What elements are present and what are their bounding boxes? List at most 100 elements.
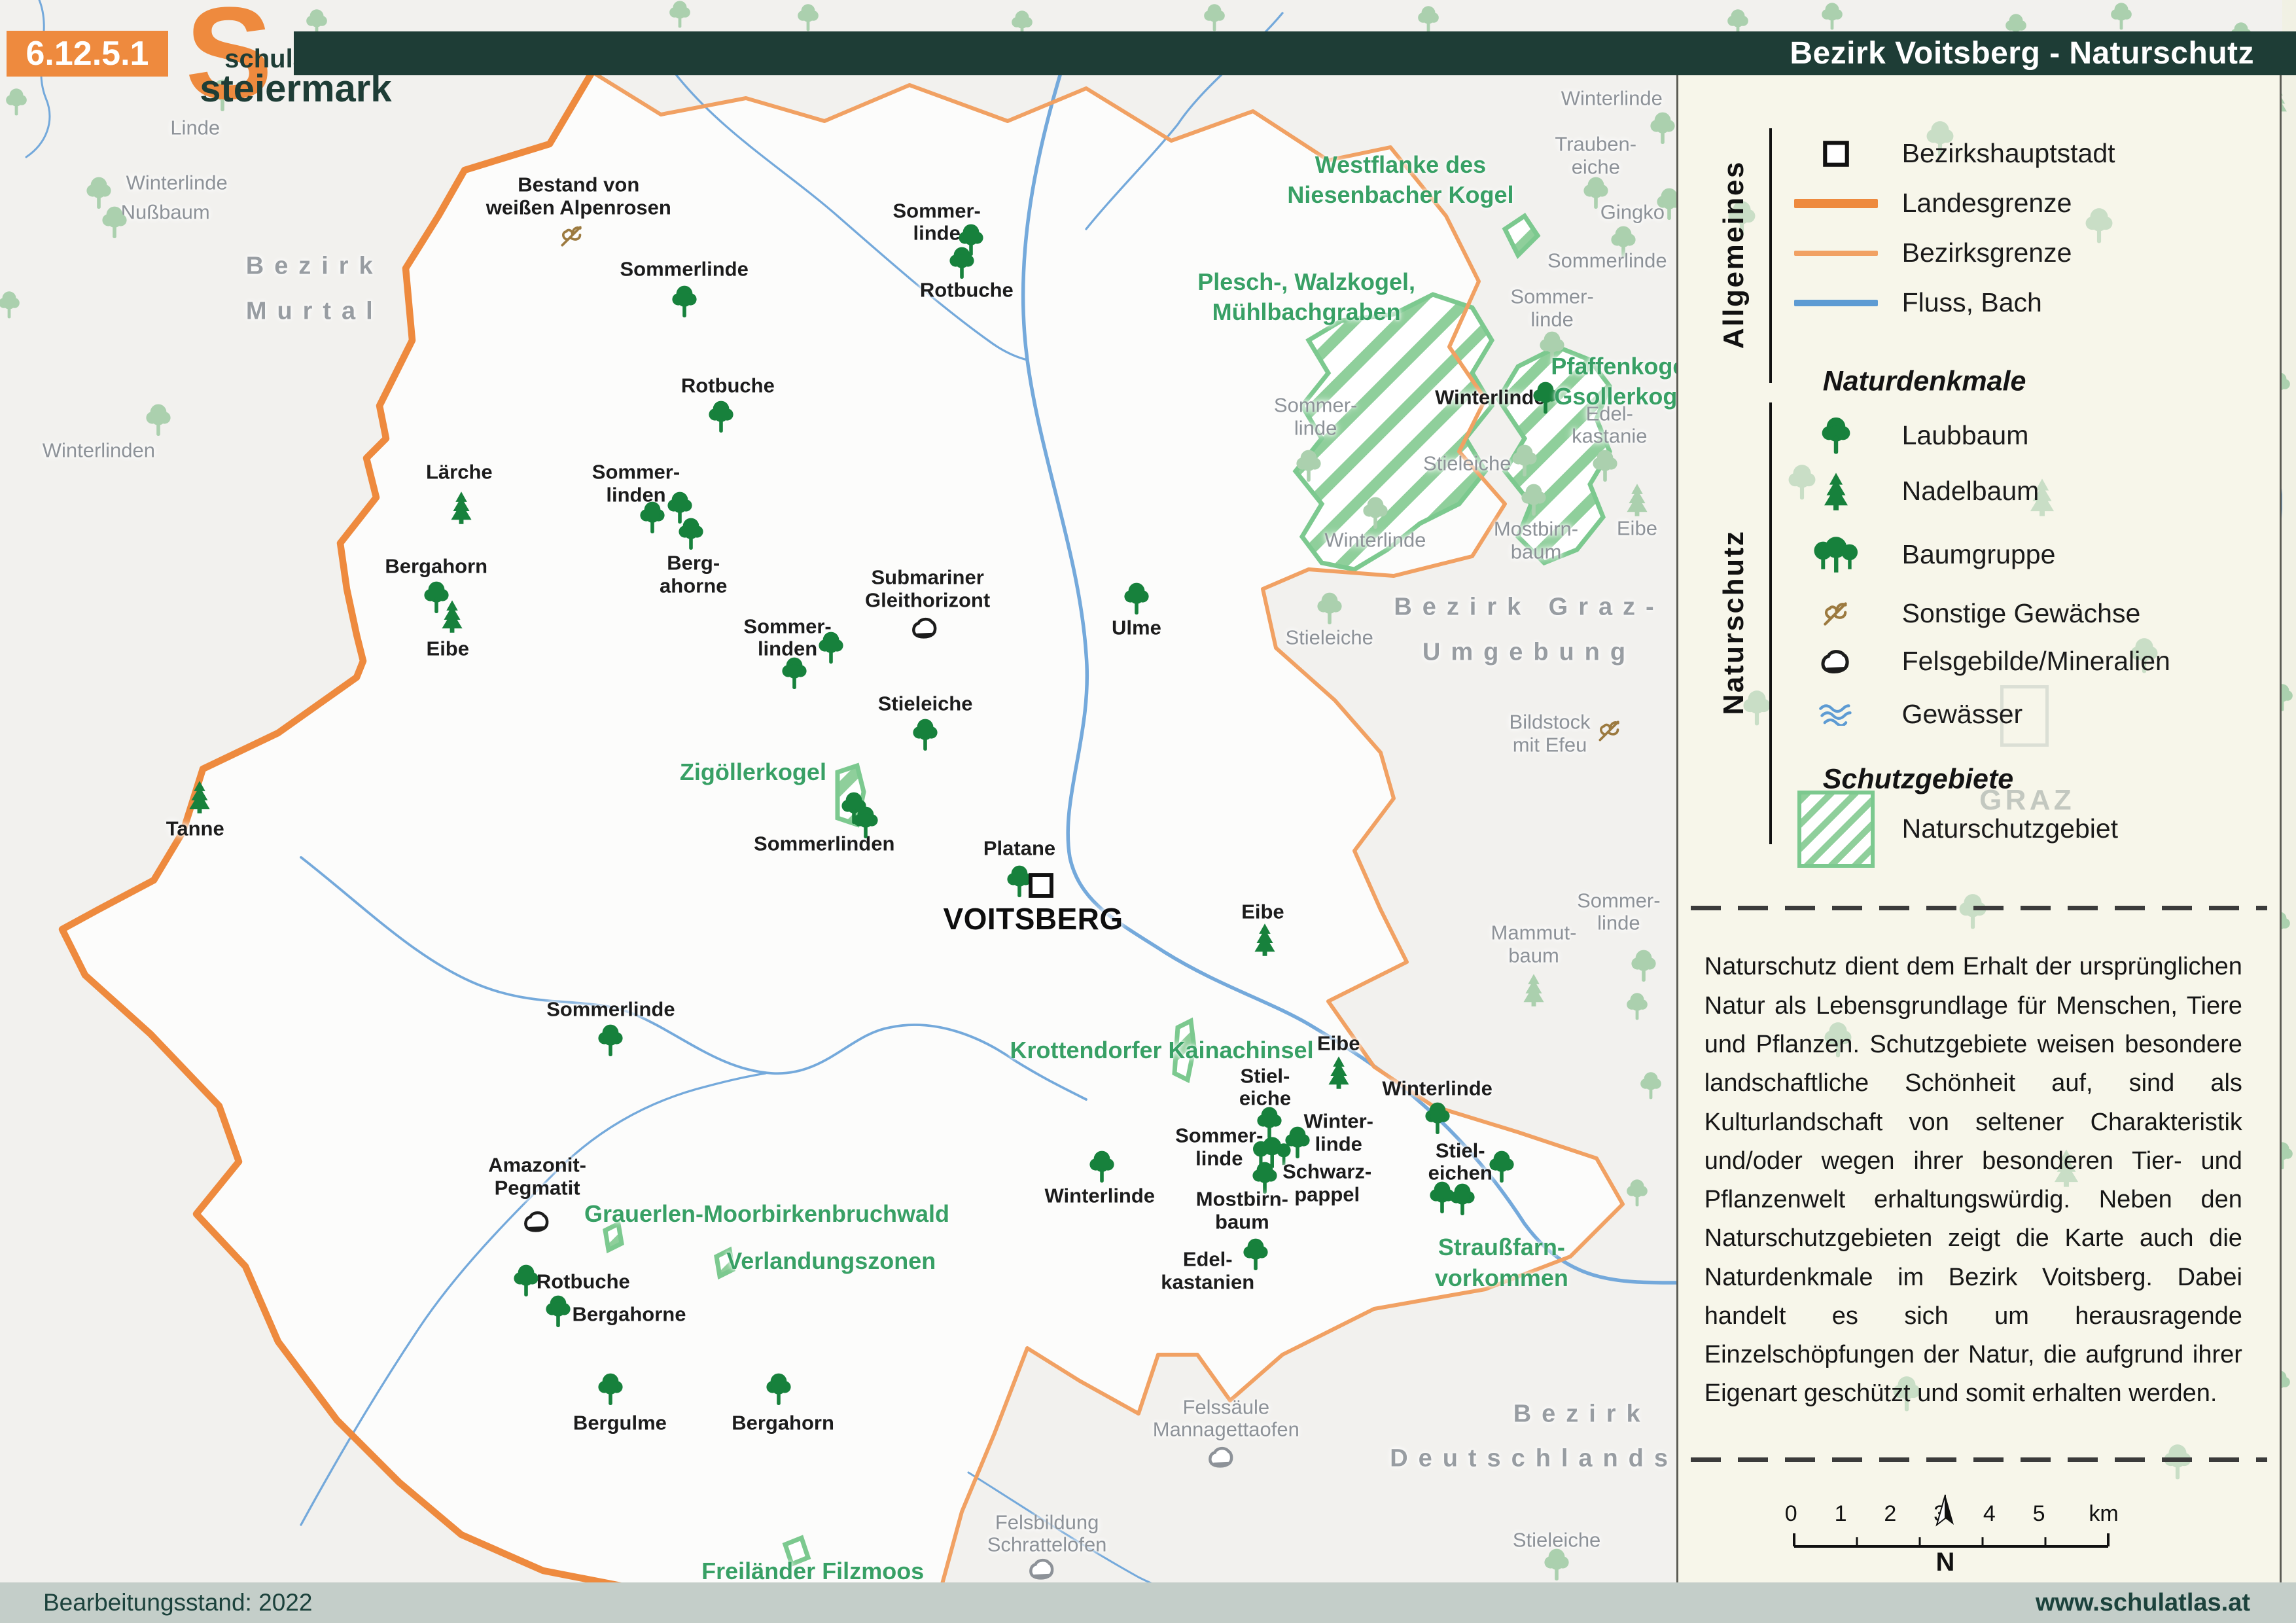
monument-label: Submariner Gleithorizont	[865, 567, 990, 612]
legend-item-label: Baumgruppe	[1902, 539, 2056, 570]
legend-rule-allgemeines	[1769, 128, 1772, 383]
monument-label: Felssäule Mannagettaofen	[1153, 1396, 1299, 1441]
thick-legend-icon	[1787, 199, 1885, 208]
ghost-laub-icon	[1958, 893, 1987, 931]
monument-label: Bestand von weißen Alpenrosen	[486, 173, 671, 219]
monument-label: Lärche	[426, 461, 493, 484]
monument-label: Felsbildung Schrattelofen	[987, 1511, 1107, 1556]
monument-label: Winterlinde	[1324, 529, 1426, 552]
decor-laub-icon	[1821, 2, 1843, 31]
laub-icon	[101, 205, 128, 240]
atlas-page: Bestand von weißen Alpenrosen Sommerlinde…	[0, 0, 2296, 1623]
monument-label: Stieleiche	[878, 693, 973, 716]
map-number: 6.12.5.1	[26, 34, 149, 73]
north-label: N	[1930, 1552, 1960, 1573]
monument-label: Tanne	[166, 818, 224, 841]
map-number-badge: 6.12.5.1	[7, 31, 168, 77]
footer-bar: Bearbeitungsstand: 2022 www.schulatlas.a…	[0, 1582, 2296, 1623]
nadel-icon	[1625, 483, 1650, 517]
decor-laub-icon	[669, 0, 691, 29]
sonstig-legend-icon	[1787, 597, 1885, 630]
protected-area-label: Krottendorfer Kainachinsel	[1010, 1035, 1314, 1065]
legend-section-allgemeines: Allgemeines	[1718, 160, 1750, 349]
legend-item-label: Landesgrenze	[1902, 188, 2072, 219]
laub-icon	[545, 1294, 571, 1329]
scale-ticks	[1793, 1527, 2133, 1549]
laub-icon	[597, 1372, 624, 1406]
fels-legend-icon	[1787, 648, 1885, 676]
monument-label: Winterlinde	[1435, 386, 1545, 409]
sonstig-icon	[1595, 716, 1624, 745]
monument-label: Stiel- eichen	[1428, 1139, 1492, 1185]
monument-label: Trauben- eiche	[1555, 133, 1636, 178]
divider-bottom	[1691, 1457, 2268, 1462]
monument-label: Sommer- linde	[1577, 889, 1660, 935]
nadel-icon	[1326, 1056, 1351, 1090]
monument-label: Gingko	[1600, 202, 1665, 224]
decor-laub-icon	[797, 3, 819, 32]
divider-top	[1691, 906, 2268, 910]
legend-item-label: Bezirkshauptstadt	[1902, 138, 2115, 169]
description-text: Naturschutz dient dem Erhalt der ursprün…	[1704, 948, 2242, 1413]
hatch-legend-icon	[1787, 791, 1885, 868]
monument-label: Sommer- linde	[1510, 285, 1593, 330]
decor-laub-icon	[2110, 2, 2132, 31]
laub-icon	[949, 246, 975, 280]
monument-label: Bergulme	[573, 1412, 667, 1435]
protected-area-label: Plesch-, Walzkogel, Mühlbachgraben	[1197, 267, 1415, 327]
fels-icon	[910, 616, 940, 641]
laub-icon	[1631, 949, 1657, 983]
monument-label: Stieleiche	[1285, 626, 1373, 649]
laub-legend-icon	[1787, 416, 1885, 455]
title-bar: Bezirk Voitsberg - Naturschutz	[294, 31, 2296, 75]
laub-icon	[639, 501, 665, 535]
monument-label: Mostbirn- baum	[1196, 1188, 1288, 1233]
scale-unit: km	[2089, 1501, 2118, 1527]
monument-label: Bildstock mit Efeu	[1510, 711, 1591, 756]
decor-laub-icon	[1203, 3, 1226, 32]
laub-icon	[1243, 1238, 1269, 1272]
scale-bar: 012345km N	[1793, 1501, 2057, 1552]
monument-label: Nußbaum	[121, 202, 210, 224]
legend-item-label: Nadelbaum	[1902, 476, 2040, 507]
laub-icon	[145, 403, 171, 437]
laub-icon	[1089, 1150, 1115, 1184]
monument-label: Amazonit- Pegmatit	[488, 1154, 586, 1199]
monument-label: Winterlinde	[126, 172, 228, 195]
monument-label: Bergahorne	[572, 1303, 686, 1326]
schulatlas-logo: S schulatlas steiermark	[181, 7, 300, 101]
laub-icon	[1449, 1183, 1475, 1217]
monument-label: Sommerlinde	[620, 258, 748, 281]
wasser-legend-icon	[1787, 703, 1885, 726]
gruppe-legend-icon	[1787, 535, 1885, 574]
monument-label: Rotbuche	[537, 1271, 630, 1294]
monument-label: Eibe	[1317, 1032, 1360, 1055]
monument-label: Rotbuche	[920, 279, 1014, 302]
laub-icon	[1544, 1548, 1570, 1582]
nadel-legend-icon	[1787, 472, 1885, 511]
laub-icon	[597, 1024, 624, 1058]
monument-label: Sommerlinde	[546, 998, 675, 1021]
laub-icon	[1521, 483, 1547, 517]
legend-item-label: Felsgebilde/Mineralien	[1902, 646, 2170, 677]
monument-label: Rotbuche	[681, 375, 775, 398]
scale-tick-label: 0	[1785, 1501, 1797, 1527]
scale-tick-label: 1	[1835, 1501, 1847, 1527]
laub-icon	[678, 517, 704, 551]
laub-icon	[1424, 1101, 1451, 1135]
monument-label: Winterlinde	[1561, 88, 1663, 111]
monument-label: Winterlinde	[1382, 1078, 1492, 1101]
fels-icon	[522, 1210, 552, 1235]
monument-label: Platane	[983, 838, 1055, 861]
decor-laub-icon	[1626, 1179, 1648, 1207]
legend-panel: GRAZ Allgemeines Bezirkshauptstadt Lande…	[1676, 75, 2282, 1582]
scale-tick-label: 5	[2033, 1501, 2045, 1527]
bezirkshauptstadt-icon	[1027, 872, 1055, 899]
fels-icon	[1027, 1557, 1057, 1582]
sonstig-icon	[557, 221, 586, 250]
legend-item-label: Laubbaum	[1902, 420, 2029, 451]
legend-section-naturschutz: Naturschutz	[1718, 529, 1750, 715]
laub-icon	[853, 806, 879, 840]
monument-label: Bergahorn	[732, 1412, 834, 1435]
monument-label: Bergahorn	[385, 555, 487, 578]
